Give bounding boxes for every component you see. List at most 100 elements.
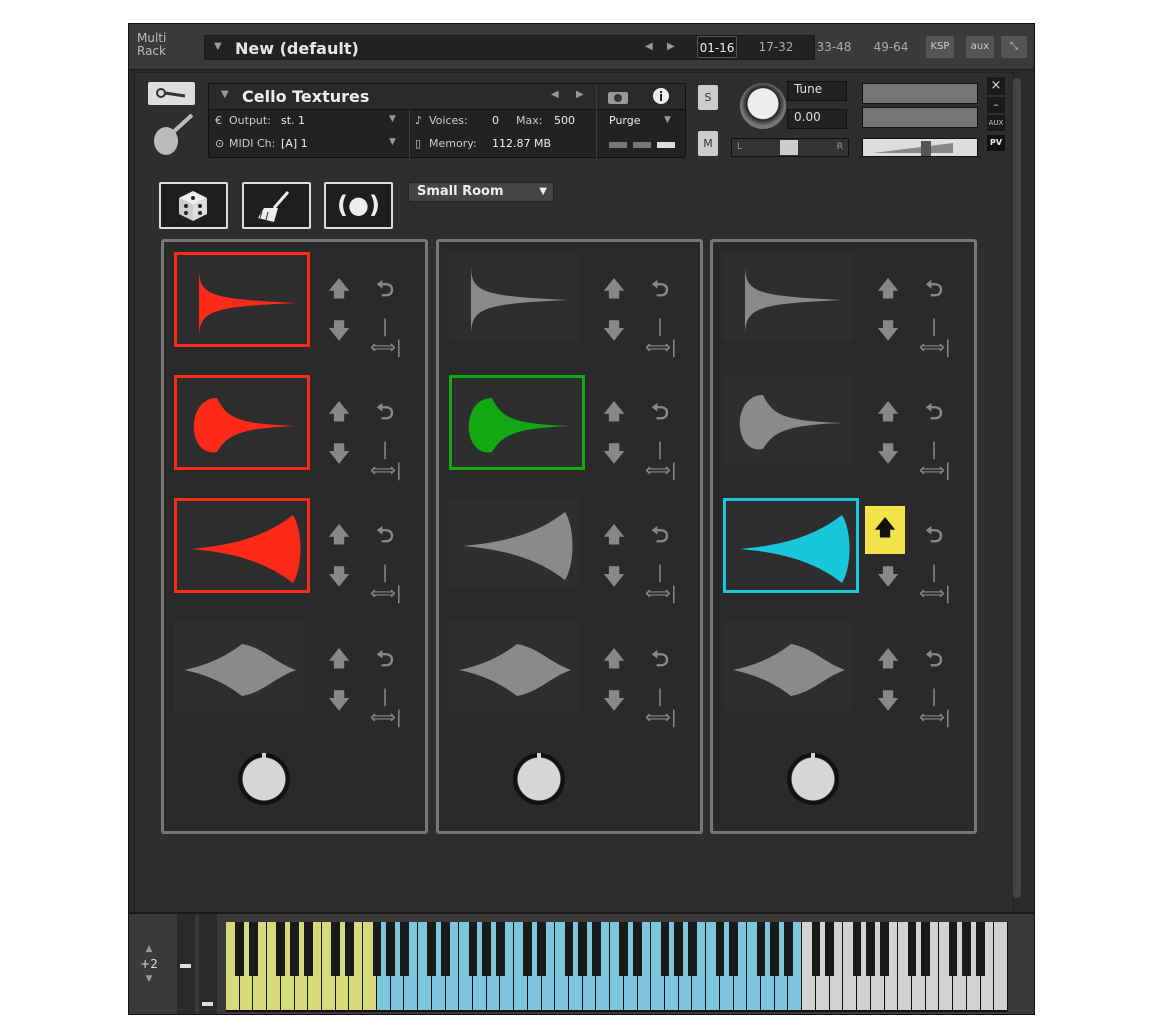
stretch-icon[interactable]: |⟺| [919, 439, 951, 481]
black-key[interactable] [825, 922, 835, 976]
move-down-icon[interactable]: 🡇 [324, 314, 354, 352]
loop-icon[interactable]: ⮌ [370, 395, 400, 433]
loop-icon[interactable]: ⮌ [919, 642, 949, 680]
output-value[interactable]: st. 1 [281, 114, 305, 127]
black-key[interactable] [386, 922, 395, 976]
tune-knob[interactable] [740, 83, 786, 129]
black-key[interactable] [729, 922, 738, 976]
pv-button[interactable]: PV [987, 135, 1005, 151]
black-key[interactable] [235, 922, 245, 976]
move-up-icon[interactable]: 🡅 [599, 642, 629, 680]
black-key[interactable] [537, 922, 546, 976]
move-up-icon[interactable]: 🡅 [599, 395, 629, 433]
black-key[interactable] [619, 922, 629, 976]
black-key[interactable] [331, 922, 341, 976]
move-up-icon[interactable]: 🡅 [865, 506, 905, 554]
black-key[interactable] [660, 922, 670, 976]
clear-button[interactable] [242, 182, 311, 229]
black-key[interactable] [866, 922, 876, 976]
solo-button[interactable]: S [698, 85, 718, 110]
move-down-icon[interactable]: 🡇 [873, 437, 903, 475]
move-up-icon[interactable]: 🡅 [873, 272, 903, 310]
tab-01-16[interactable]: 01-16 [697, 36, 737, 58]
octave-down-icon[interactable]: ▼ [139, 974, 159, 984]
black-key[interactable] [770, 922, 780, 976]
ksp-button[interactable]: KSP [926, 36, 954, 58]
rack-next-icon[interactable]: ▶ [667, 41, 675, 52]
black-key[interactable] [976, 922, 985, 976]
column-volume-knob[interactable] [787, 753, 839, 805]
wrench-icon[interactable] [148, 82, 195, 105]
black-key[interactable] [249, 922, 258, 976]
move-up-icon[interactable]: 🡅 [873, 642, 903, 680]
move-up-icon[interactable]: 🡅 [324, 642, 354, 680]
stretch-icon[interactable]: |⟺| [370, 686, 402, 728]
move-down-icon[interactable]: 🡇 [324, 684, 354, 722]
black-key[interactable] [303, 922, 313, 976]
articulation-slot[interactable] [723, 252, 859, 347]
stretch-icon[interactable]: |⟺| [645, 562, 677, 604]
move-down-icon[interactable]: 🡇 [599, 437, 629, 475]
reverb-dropdown-icon[interactable]: ▼ [539, 183, 547, 201]
stretch-icon[interactable]: |⟺| [645, 316, 677, 358]
articulation-slot[interactable] [723, 498, 859, 593]
stretch-icon[interactable]: |⟺| [370, 439, 402, 481]
black-key[interactable] [468, 922, 478, 976]
black-key[interactable] [674, 922, 684, 976]
loop-icon[interactable]: ⮌ [919, 272, 949, 310]
reverb-button[interactable]: (●) [324, 182, 393, 229]
loop-icon[interactable]: ⮌ [370, 518, 400, 556]
black-key[interactable] [948, 922, 958, 976]
black-key[interactable] [441, 922, 450, 976]
column-volume-knob[interactable] [513, 753, 565, 805]
stretch-icon[interactable]: |⟺| [645, 439, 677, 481]
move-down-icon[interactable]: 🡇 [599, 560, 629, 598]
black-key[interactable] [907, 922, 917, 976]
articulation-slot[interactable] [449, 498, 585, 593]
move-down-icon[interactable]: 🡇 [599, 314, 629, 352]
mod-wheel[interactable] [199, 914, 217, 1014]
move-down-icon[interactable]: 🡇 [324, 437, 354, 475]
loop-icon[interactable]: ⮌ [645, 272, 675, 310]
black-key[interactable] [290, 922, 299, 976]
stretch-icon[interactable]: |⟺| [370, 316, 402, 358]
max-voices-value[interactable]: 500 [554, 114, 575, 127]
move-down-icon[interactable]: 🡇 [599, 684, 629, 722]
black-key[interactable] [564, 922, 574, 976]
octave-up-icon[interactable]: ▲ [139, 944, 159, 954]
pitch-wheel[interactable] [177, 914, 195, 1014]
stretch-icon[interactable]: |⟺| [370, 562, 402, 604]
midi-dropdown-icon[interactable]: ▼ [389, 137, 396, 147]
move-up-icon[interactable]: 🡅 [599, 518, 629, 556]
articulation-slot[interactable] [174, 252, 310, 347]
articulation-slot[interactable] [449, 622, 585, 717]
instrument-next-icon[interactable]: ▶ [576, 89, 584, 100]
scrollbar[interactable] [1013, 78, 1021, 898]
octave-shifter[interactable]: ▲ +2 ▼ [139, 944, 159, 984]
instrument-prev-icon[interactable]: ◀ [551, 89, 559, 100]
pan-slider[interactable]: L R [731, 138, 849, 157]
stretch-icon[interactable]: |⟺| [919, 316, 951, 358]
column-volume-knob[interactable] [238, 753, 290, 805]
black-key[interactable] [633, 922, 642, 976]
mute-button[interactable]: M [698, 131, 718, 156]
randomize-button[interactable] [159, 182, 228, 229]
black-key[interactable] [523, 922, 533, 976]
black-key[interactable] [784, 922, 793, 976]
black-key[interactable] [276, 922, 286, 976]
loop-icon[interactable]: ⮌ [370, 272, 400, 310]
articulation-slot[interactable] [723, 622, 859, 717]
black-key[interactable] [880, 922, 889, 976]
black-key[interactable] [399, 922, 409, 976]
rack-dropdown-icon[interactable]: ▼ [214, 41, 222, 52]
black-key[interactable] [756, 922, 766, 976]
tune-value[interactable]: 0.00 [787, 109, 847, 129]
black-key[interactable] [688, 922, 697, 976]
black-key[interactable] [921, 922, 931, 976]
articulation-slot[interactable] [723, 375, 859, 470]
tab-33-48[interactable]: 33-48 [812, 36, 856, 58]
loop-icon[interactable]: ⮌ [919, 518, 949, 556]
move-down-icon[interactable]: 🡇 [873, 560, 903, 598]
aux-button[interactable]: aux [966, 36, 994, 58]
loop-icon[interactable]: ⮌ [645, 642, 675, 680]
